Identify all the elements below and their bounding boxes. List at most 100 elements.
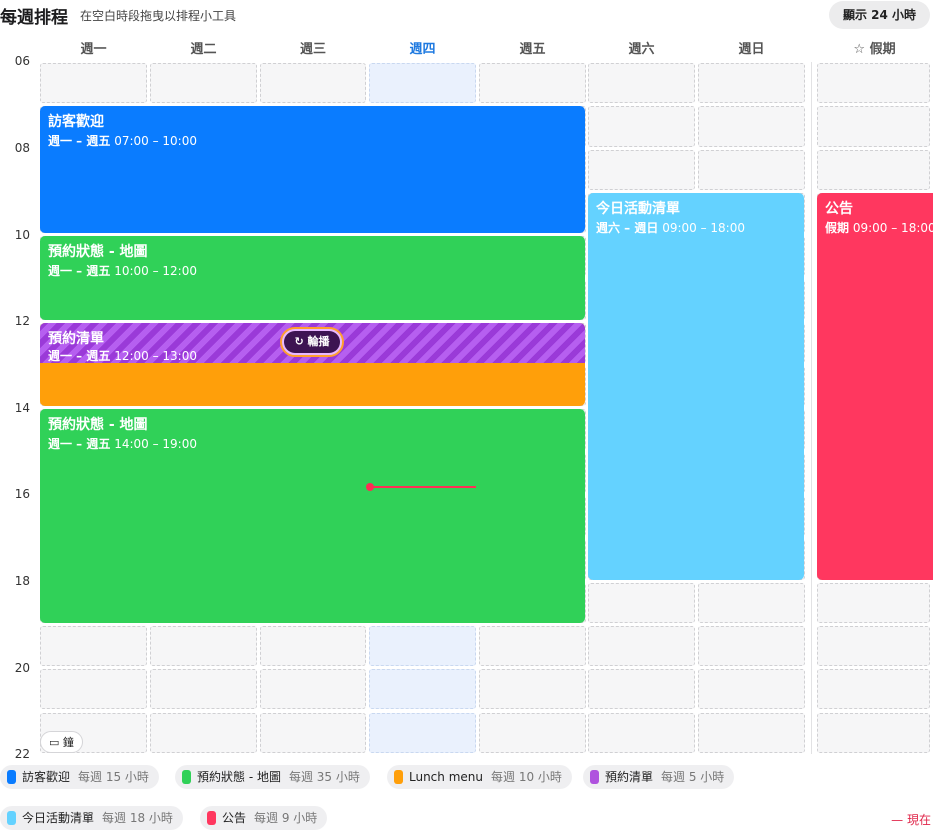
time-slot[interactable] [260, 712, 366, 753]
day-header-mon: 週一 [80, 42, 107, 57]
event-booking-map-afternoon[interactable]: 預約狀態 - 地圖 週一 – 週五 14:00 – 19:00 [40, 409, 585, 623]
day-header-sun: 週日 [738, 42, 765, 57]
event-time: 09:00 – 18:00 [852, 221, 933, 235]
time-slot[interactable] [150, 712, 257, 753]
event-title: 預約狀態 - 地圖 [48, 417, 148, 433]
hour-label: 14 [14, 401, 30, 415]
legend-swatch [7, 811, 16, 825]
time-slot[interactable] [588, 669, 695, 710]
time-slot[interactable] [698, 712, 805, 753]
event-booking-map-morning[interactable]: 預約狀態 - 地圖 週一 – 週五 10:00 – 12:00 [40, 236, 585, 320]
hour-label: 10 [14, 228, 30, 242]
hour-label: 16 [14, 487, 30, 501]
time-slot[interactable] [369, 712, 476, 753]
time-slot[interactable] [817, 149, 930, 190]
event-title: 今日活動清單 [596, 201, 680, 217]
time-slot[interactable] [588, 582, 695, 623]
time-slot[interactable] [40, 63, 147, 104]
event-title: 公告 [825, 201, 853, 217]
page-subtitle: 在空白時段拖曳以排程小工具 [80, 9, 237, 23]
hour-label: 06 [14, 54, 30, 68]
time-slot[interactable] [588, 625, 695, 667]
legend-item-visitor-welcome[interactable]: 訪客歡迎 每週 15 小時 [0, 765, 159, 789]
event-title: 預約清單 [48, 331, 104, 347]
time-slot[interactable] [369, 625, 476, 667]
time-slot[interactable] [479, 63, 586, 104]
time-slot[interactable] [40, 669, 147, 710]
event-time: 09:00 – 18:00 [662, 221, 745, 235]
event-today-activities[interactable]: 今日活動清單 週六 – 週日 09:00 – 18:00 [588, 193, 804, 580]
time-slot[interactable] [698, 63, 805, 104]
day-header-sat: 週六 [628, 42, 655, 57]
event-announcement[interactable]: 公告 假期 09:00 – 18:00 [817, 193, 933, 580]
legend-item-booking-map[interactable]: 預約狀態 - 地圖 每週 35 小時 [175, 765, 370, 789]
hour-label: 18 [14, 574, 30, 588]
time-slot[interactable] [260, 669, 366, 710]
now-legend: — 現在 [891, 813, 931, 827]
event-days: 週一 – 週五 [48, 264, 111, 278]
event-time: 10:00 – 12:00 [114, 264, 197, 278]
time-slot[interactable] [369, 669, 476, 710]
legend-swatch [394, 770, 403, 784]
event-title: 訪客歡迎 [48, 114, 104, 130]
time-slot[interactable] [817, 582, 930, 623]
show-24h-button[interactable]: 顯示 24 小時 [828, 1, 930, 29]
time-slot[interactable] [698, 106, 805, 147]
rotate-icon: ↻ [294, 335, 304, 348]
event-time: 07:00 – 10:00 [114, 134, 197, 148]
time-slot[interactable] [698, 625, 805, 667]
event-visitor-welcome[interactable]: 訪客歡迎 週一 – 週五 07:00 – 10:00 [40, 106, 585, 233]
time-slot[interactable] [260, 625, 366, 667]
event-days: 週一 – 週五 [48, 437, 111, 451]
day-header-fri: 週五 [519, 42, 546, 57]
time-slot[interactable] [817, 625, 930, 667]
time-slot[interactable] [698, 149, 805, 190]
day-header-wed: 週三 [299, 42, 326, 57]
now-indicator-dot [366, 483, 374, 491]
legend-swatch [590, 770, 599, 784]
time-slot[interactable] [479, 669, 586, 710]
time-slot[interactable] [817, 669, 930, 710]
time-slot[interactable] [817, 63, 930, 104]
rotate-button[interactable]: ↻ 輪播 [280, 327, 344, 357]
time-slot[interactable] [260, 63, 366, 104]
day-header-thu: 週四 [409, 42, 436, 57]
hour-label: 08 [14, 141, 30, 155]
time-slot[interactable] [150, 63, 257, 104]
event-time: 14:00 – 19:00 [114, 437, 197, 451]
time-slot[interactable] [698, 582, 805, 623]
time-slot[interactable] [150, 669, 257, 710]
time-slot[interactable] [588, 63, 695, 104]
time-slot[interactable] [369, 63, 476, 104]
time-slot[interactable] [698, 669, 805, 710]
clock-button-label: 鐘 [62, 736, 74, 749]
legend-swatch [207, 811, 216, 825]
hour-label: 12 [14, 314, 30, 328]
calendar-icon: ▭ [49, 736, 60, 749]
legend-item-lunch-menu[interactable]: Lunch menu 每週 10 小時 [387, 765, 572, 789]
legend-swatch [182, 770, 191, 784]
hour-label: 20 [14, 661, 30, 675]
rotate-label: 輪播 [307, 335, 330, 348]
event-title: 預約狀態 - 地圖 [48, 244, 148, 260]
time-slot[interactable] [588, 149, 695, 190]
legend-swatch [7, 770, 16, 784]
event-days: 假期 [825, 221, 850, 235]
day-header-tue: 週二 [190, 42, 217, 57]
legend-item-announcement[interactable]: 公告 每週 9 小時 [200, 806, 328, 830]
time-slot[interactable] [588, 712, 695, 753]
hour-label: 22 [14, 747, 30, 761]
clock-button[interactable]: ▭ 鐘 [40, 731, 83, 753]
time-slot[interactable] [479, 712, 586, 753]
legend-item-booking-list[interactable]: 預約清單 每週 5 小時 [583, 765, 735, 789]
time-slot[interactable] [479, 625, 586, 667]
event-days: 週一 – 週五 [48, 349, 111, 363]
holiday-divider [811, 62, 812, 754]
day-header-holiday: ☆ 假期 [853, 42, 896, 57]
legend-item-today-activities[interactable]: 今日活動清單 每週 18 小時 [0, 806, 183, 830]
time-slot[interactable] [588, 106, 695, 147]
time-slot[interactable] [817, 712, 930, 753]
time-slot[interactable] [150, 625, 257, 667]
time-slot[interactable] [817, 106, 930, 147]
time-slot[interactable] [40, 625, 147, 667]
